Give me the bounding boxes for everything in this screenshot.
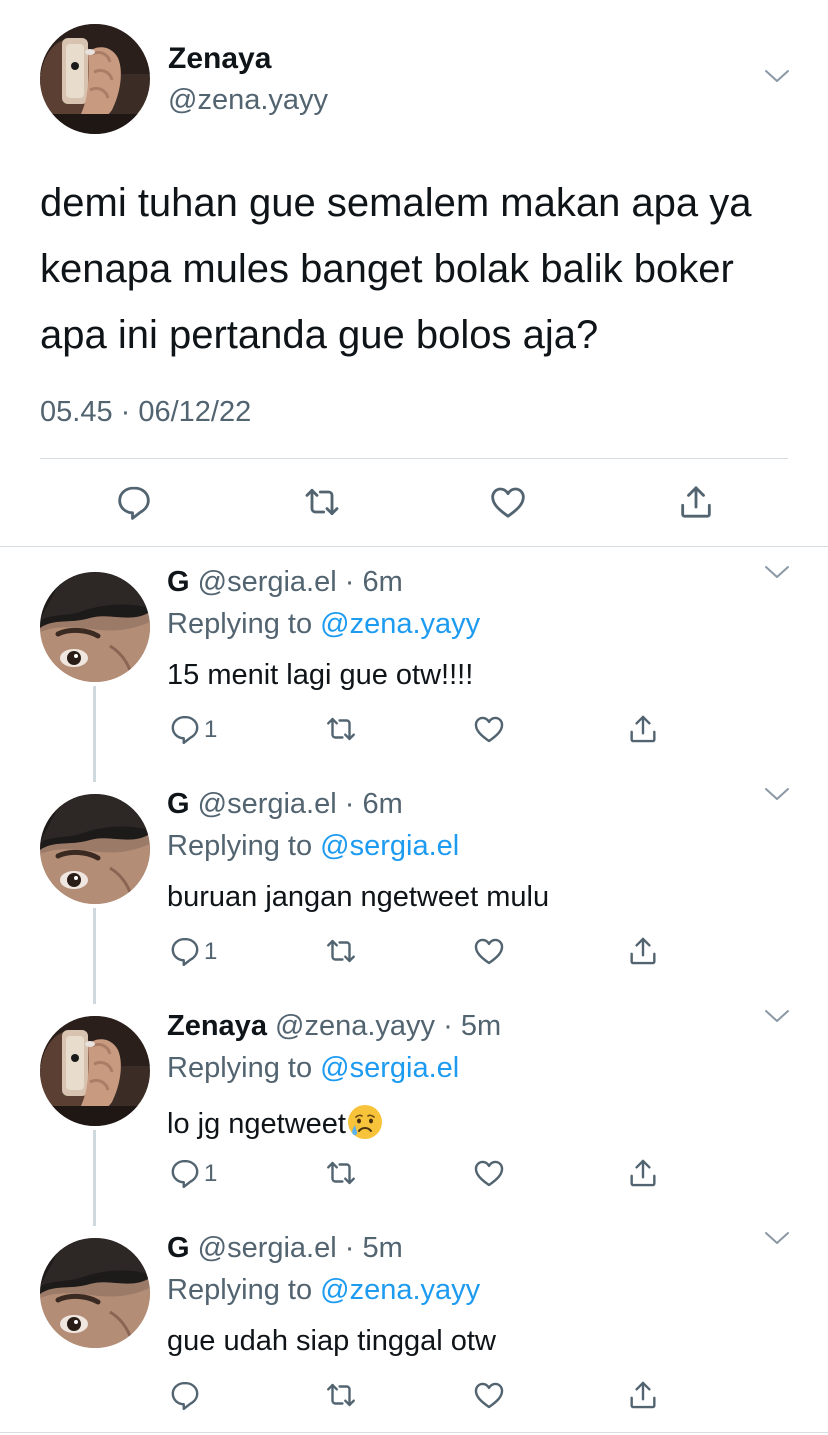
share-icon[interactable]	[626, 712, 660, 746]
author-handle[interactable]: @zena.yayy	[168, 84, 328, 117]
replying-to: Replying to @sergia.el	[167, 1052, 459, 1085]
main-tweet: Zenaya @zena.yayy demi tuhan gue semalem…	[0, 0, 828, 546]
replying-prefix: Replying to	[167, 608, 321, 640]
reply-icon[interactable]	[114, 482, 154, 522]
avatar[interactable]	[40, 794, 150, 904]
reply-time: 6m	[362, 788, 403, 820]
reply-tweet[interactable]: G @sergia.el · 5m Replying to @zena.yayy…	[0, 1212, 828, 1434]
replying-prefix: Replying to	[167, 1274, 321, 1306]
reply-count: 1	[204, 716, 218, 743]
reply-actions	[0, 1378, 828, 1412]
reply-meta: G @sergia.el · 5m	[167, 1232, 403, 1265]
author-handle[interactable]: @sergia.el	[198, 1232, 337, 1264]
author-name[interactable]: G	[167, 1232, 190, 1264]
like-icon[interactable]	[472, 712, 506, 746]
author-handle[interactable]: @sergia.el	[198, 788, 337, 820]
like-icon[interactable]	[472, 934, 506, 968]
reply-tweet[interactable]: Zenaya @zena.yayy · 5m Replying to @serg…	[0, 990, 828, 1226]
separator: ·	[443, 1010, 453, 1042]
reply-text: lo jg ngetweet	[167, 1108, 346, 1140]
replying-to: Replying to @sergia.el	[167, 830, 459, 863]
chevron-down-icon[interactable]	[762, 1228, 792, 1248]
chevron-down-icon[interactable]	[762, 562, 792, 582]
tweet-timestamp: 05.45 · 06/12/22	[40, 396, 252, 428]
reply-meta: G @sergia.el · 6m	[167, 566, 403, 599]
reply-text-container: lo jg ngetweet	[167, 1103, 384, 1141]
retweet-icon[interactable]	[324, 934, 358, 968]
share-icon[interactable]	[626, 934, 660, 968]
like-icon[interactable]	[488, 482, 528, 522]
reply-meta: G @sergia.el · 6m	[167, 788, 403, 821]
retweet-icon[interactable]	[324, 712, 358, 746]
chevron-down-icon[interactable]	[762, 784, 792, 804]
replying-prefix: Replying to	[167, 1052, 321, 1084]
author-handle[interactable]: @zena.yayy	[275, 1010, 435, 1042]
like-icon[interactable]	[472, 1156, 506, 1190]
reply-icon[interactable]	[168, 1156, 202, 1190]
reply-count: 1	[204, 938, 218, 965]
avatar[interactable]	[40, 572, 150, 682]
share-icon[interactable]	[626, 1156, 660, 1190]
author-name[interactable]: Zenaya	[168, 42, 271, 76]
mention-link[interactable]: @zena.yayy	[320, 1274, 480, 1306]
divider	[0, 1432, 828, 1433]
replying-prefix: Replying to	[167, 830, 321, 862]
reply-time: 5m	[460, 1010, 502, 1042]
reply-time: 5m	[362, 1232, 403, 1264]
avatar[interactable]	[40, 1016, 150, 1126]
mention-link[interactable]: @sergia.el	[320, 830, 459, 862]
avatar[interactable]	[40, 1238, 150, 1348]
mention-link[interactable]: @zena.yayy	[320, 608, 480, 640]
replying-to: Replying to @zena.yayy	[167, 608, 480, 641]
reply-count: 1	[204, 1160, 218, 1187]
mention-link[interactable]: @sergia.el	[320, 1052, 459, 1084]
retweet-icon[interactable]	[324, 1156, 358, 1190]
reply-text: gue udah siap tinggal otw	[167, 1325, 496, 1357]
avatar[interactable]	[40, 24, 150, 134]
reply-tweet[interactable]: G @sergia.el · 6m Replying to @zena.yayy…	[0, 546, 828, 782]
reply-meta: Zenaya @zena.yayy · 5m	[167, 1010, 501, 1043]
reply-icon[interactable]	[168, 1378, 202, 1412]
reply-icon[interactable]	[168, 712, 202, 746]
share-icon[interactable]	[676, 482, 716, 522]
crying-face-icon	[346, 1103, 384, 1141]
retweet-icon[interactable]	[302, 482, 342, 522]
retweet-icon[interactable]	[324, 1378, 358, 1412]
separator: ·	[344, 1232, 355, 1264]
replying-to: Replying to @zena.yayy	[167, 1274, 480, 1307]
author-name[interactable]: Zenaya	[167, 1010, 267, 1042]
reply-tweet[interactable]: G @sergia.el · 6m Replying to @sergia.el…	[0, 768, 828, 1004]
reply-time: 6m	[362, 566, 403, 598]
share-icon[interactable]	[626, 1378, 660, 1412]
chevron-down-icon[interactable]	[762, 66, 792, 86]
reply-text: buruan jangan ngetweet mulu	[167, 881, 550, 913]
reply-actions: 1	[0, 712, 828, 746]
reply-text: 15 menit lagi gue otw!!!!	[167, 659, 474, 691]
reply-actions: 1	[0, 1156, 828, 1190]
divider	[40, 458, 788, 459]
separator: ·	[344, 788, 355, 820]
author-handle[interactable]: @sergia.el	[198, 566, 337, 598]
separator: ·	[344, 566, 355, 598]
reply-actions: 1	[0, 934, 828, 968]
reply-icon[interactable]	[168, 934, 202, 968]
author-name[interactable]: G	[167, 788, 190, 820]
tweet-text: demi tuhan gue semalem makan apa ya kena…	[40, 181, 752, 357]
chevron-down-icon[interactable]	[762, 1006, 792, 1026]
author-name[interactable]: G	[167, 566, 190, 598]
like-icon[interactable]	[472, 1378, 506, 1412]
